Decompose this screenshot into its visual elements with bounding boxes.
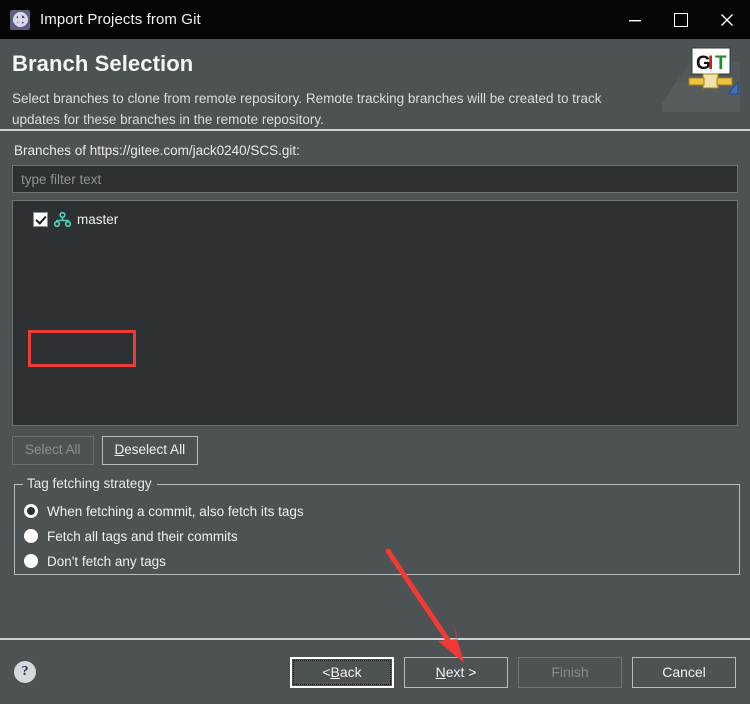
window-title: Import Projects from Git [40, 11, 201, 28]
radio-option-no-tags[interactable]: Don't fetch any tags [15, 549, 739, 574]
deselect-all-rest: eselect All [124, 442, 186, 457]
main-content: Branches of https://gitee.com/jack0240/S… [0, 131, 750, 575]
dialog-footer: ? < Back Next > Finish Cancel [0, 638, 750, 704]
tag-group-legend: Tag fetching strategy [23, 475, 157, 491]
back-prefix: < [322, 664, 331, 680]
gear-icon [10, 9, 30, 30]
navigation-buttons: < Back Next > Finish Cancel [290, 656, 736, 688]
next-suffix: ext > [445, 664, 477, 680]
tag-fetching-strategy-group: Tag fetching strategy When fetching a co… [14, 475, 740, 575]
branch-icon [53, 211, 72, 227]
window-controls [612, 0, 750, 39]
radio-fetch-all-tags[interactable] [24, 529, 38, 544]
radio-no-tags[interactable] [24, 554, 38, 569]
svg-text:T: T [715, 53, 727, 74]
back-mnemonic: B [330, 664, 340, 680]
filter-input[interactable]: type filter text [12, 165, 738, 193]
radio-fetch-commit-tags[interactable] [24, 504, 38, 519]
branch-checkbox[interactable] [33, 211, 48, 227]
radio-label-fetch-commit-tags: When fetching a commit, also fetch its t… [47, 503, 304, 519]
svg-text:I: I [708, 53, 713, 74]
finish-button[interactable]: Finish [518, 656, 622, 688]
deselect-all-mnemonic: D [114, 442, 125, 457]
branch-list-item-master[interactable]: master [13, 206, 737, 232]
radio-option-fetch-all-tags[interactable]: Fetch all tags and their commits [15, 524, 739, 549]
back-suffix: ack [339, 664, 362, 680]
next-mnemonic: N [435, 664, 446, 680]
deselect-all-button[interactable]: Deselect All [101, 436, 199, 465]
title-bar: Import Projects from Git [0, 0, 750, 39]
page-title: Branch Selection [12, 51, 194, 76]
branches-label: Branches of https://gitee.com/jack0240/S… [14, 143, 300, 158]
page-description: Select branches to clone from remote rep… [12, 91, 602, 127]
selection-buttons: Select All Deselect All [12, 436, 738, 465]
next-button[interactable]: Next > [404, 656, 508, 688]
radio-label-no-tags: Don't fetch any tags [47, 553, 166, 569]
help-icon[interactable]: ? [14, 661, 36, 683]
back-button[interactable]: < Back [290, 656, 394, 688]
radio-label-fetch-all-tags: Fetch all tags and their commits [47, 528, 238, 544]
radio-option-fetch-commit-tags[interactable]: When fetching a commit, also fetch its t… [15, 499, 739, 524]
cancel-button[interactable]: Cancel [632, 656, 736, 688]
close-icon[interactable] [704, 0, 750, 39]
filter-placeholder-text: type filter text [21, 171, 102, 187]
git-logo-icon: G I T [662, 44, 740, 112]
branch-name: master [77, 211, 119, 227]
branch-list[interactable]: master [12, 200, 738, 426]
maximize-icon[interactable] [658, 0, 704, 39]
page-header: Branch Selection Select branches to clon… [0, 39, 750, 131]
select-all-button[interactable]: Select All [12, 436, 94, 465]
